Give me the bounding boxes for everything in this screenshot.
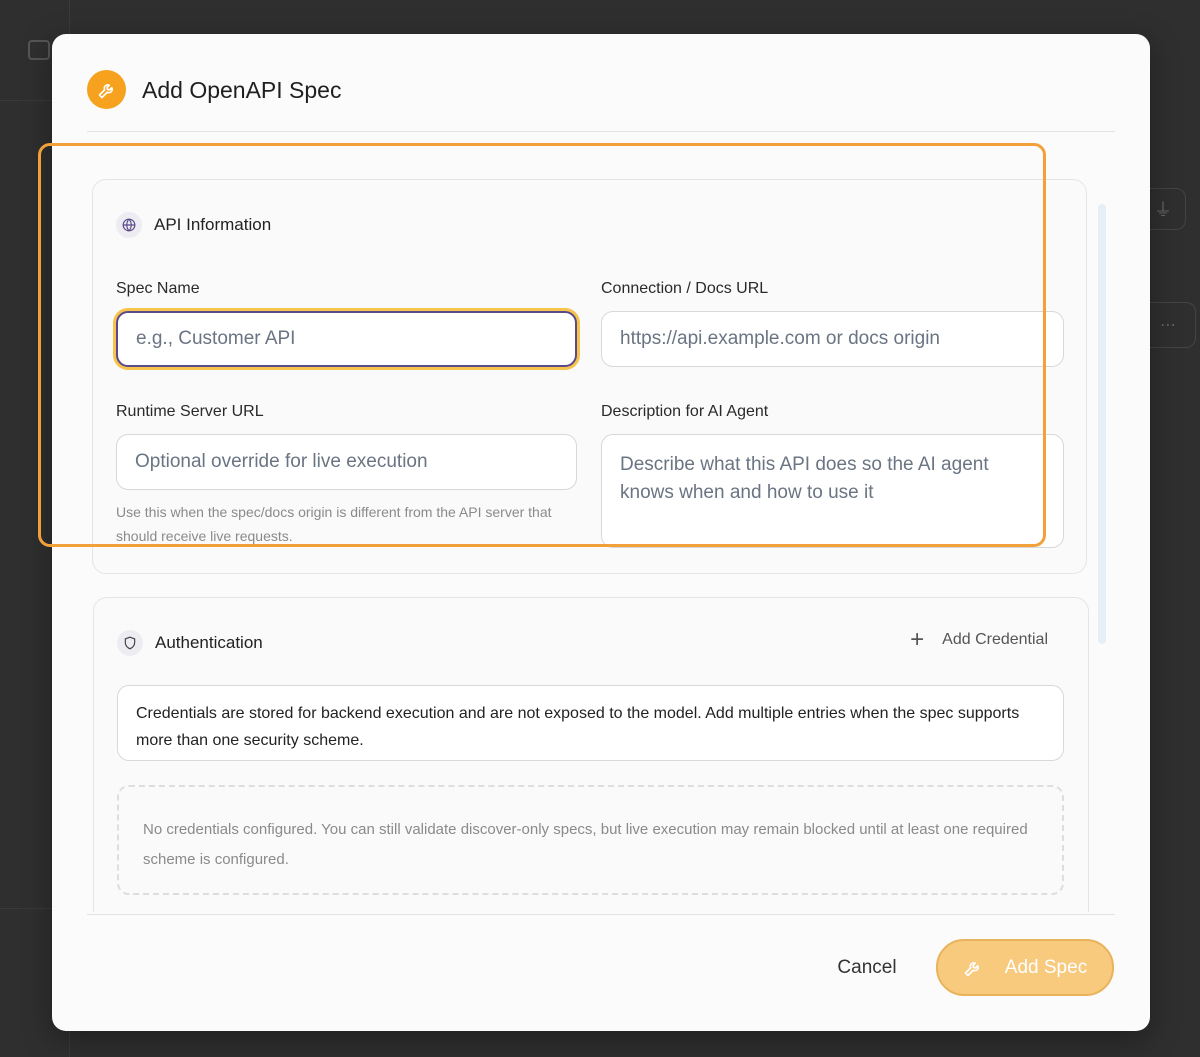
add-openapi-spec-dialog: Add OpenAPI Spec API Information Spec Na… <box>52 34 1150 1031</box>
authentication-card: Authentication + Add Credential Credenti… <box>93 597 1089 912</box>
spec-name-label: Spec Name <box>116 280 200 297</box>
cancel-button[interactable]: Cancel <box>822 944 912 992</box>
add-spec-label: Add Spec <box>1004 956 1088 978</box>
add-credential-label: Add Credential <box>942 631 1048 648</box>
runtime-url-hint: Use this when the spec/docs origin is di… <box>116 504 552 544</box>
runtime-url-input[interactable] <box>116 434 577 490</box>
plus-icon: + <box>910 626 925 653</box>
runtime-url-label: Runtime Server URL <box>116 403 264 420</box>
spec-name-input[interactable] <box>116 311 577 367</box>
add-credential-button[interactable]: + Add Credential <box>910 626 1048 653</box>
globe-icon <box>116 212 142 238</box>
credentials-notice: Credentials are stored for backend execu… <box>117 685 1064 761</box>
docs-url-input[interactable] <box>601 311 1064 367</box>
add-spec-button[interactable]: Add Spec <box>936 939 1114 996</box>
section-header: API Information <box>116 212 271 238</box>
sidebar-toggle-icon <box>28 40 50 60</box>
description-label: Description for AI Agent <box>601 403 769 420</box>
footer-divider <box>87 914 1115 915</box>
wrench-icon <box>87 70 126 109</box>
description-textarea[interactable] <box>601 434 1064 548</box>
credentials-empty-state: No credentials configured. You can still… <box>117 785 1064 895</box>
docs-url-label: Connection / Docs URL <box>601 280 769 297</box>
section-title: Authentication <box>155 633 263 652</box>
wrench-icon <box>963 958 983 978</box>
section-header: Authentication <box>117 630 263 656</box>
section-title: API Information <box>154 215 272 234</box>
shield-icon <box>117 630 143 656</box>
dialog-header: Add OpenAPI Spec <box>87 70 1115 132</box>
dialog-title: Add OpenAPI Spec <box>142 77 342 103</box>
api-information-card: API Information Spec Name Connection / D… <box>92 179 1087 574</box>
dialog-body[interactable]: API Information Spec Name Connection / D… <box>87 174 1117 912</box>
scrollbar[interactable] <box>1098 204 1106 644</box>
